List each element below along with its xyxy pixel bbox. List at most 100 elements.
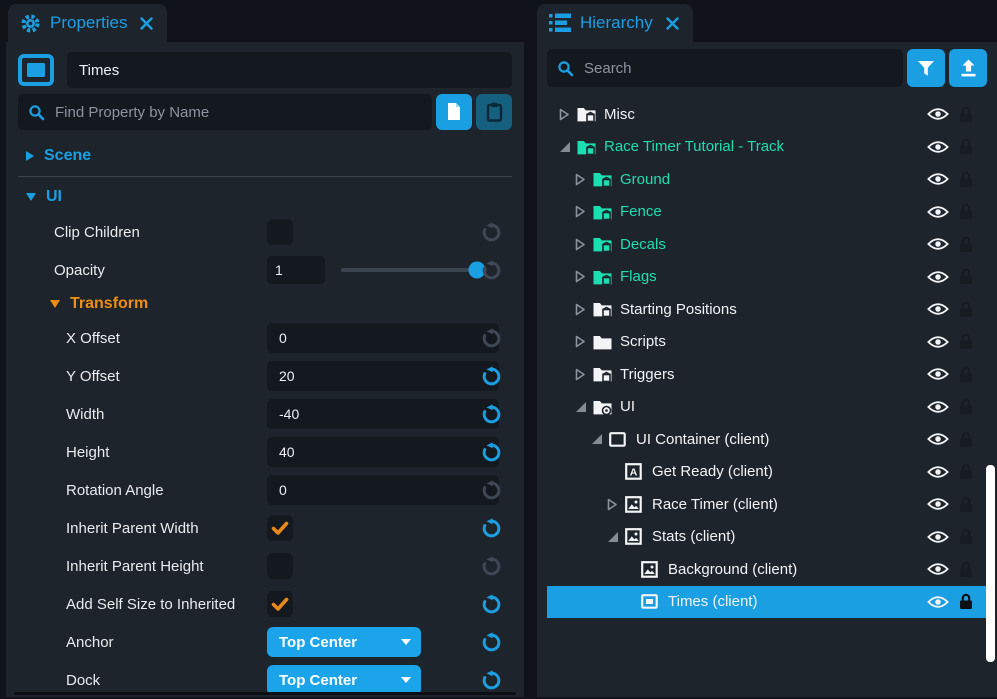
tree-item-background-client[interactable]: Background (client) — [547, 553, 987, 586]
lock-icon[interactable] — [959, 138, 973, 155]
inherit-parent-width-checkbox[interactable] — [267, 515, 293, 541]
lock-icon[interactable] — [959, 203, 973, 220]
lock-icon[interactable] — [959, 106, 973, 123]
visibility-eye-icon[interactable] — [927, 562, 949, 576]
reset-icon[interactable] — [481, 518, 502, 539]
reset-icon[interactable] — [481, 328, 502, 349]
reset-icon[interactable] — [481, 442, 502, 463]
reset-icon[interactable] — [481, 594, 502, 615]
visibility-eye-icon[interactable] — [927, 465, 949, 479]
tab-hierarchy[interactable]: Hierarchy — [537, 4, 693, 42]
collapse-arrow-icon[interactable] — [559, 141, 577, 153]
visibility-eye-icon[interactable] — [927, 335, 949, 349]
tree-item-triggers[interactable]: Triggers — [547, 358, 987, 391]
horizontal-scrollbar[interactable] — [14, 692, 516, 695]
visibility-eye-icon[interactable] — [927, 140, 949, 154]
visibility-eye-icon[interactable] — [927, 432, 949, 446]
tree-item-get-ready-client[interactable]: AGet Ready (client) — [547, 456, 987, 489]
lock-icon[interactable] — [959, 593, 973, 610]
lock-icon[interactable] — [959, 333, 973, 350]
section-scene[interactable]: Scene — [26, 146, 512, 166]
tree-item-starting-positions[interactable]: Starting Positions — [547, 293, 987, 326]
lock-icon[interactable] — [959, 268, 973, 285]
lock-icon[interactable] — [959, 236, 973, 253]
visibility-eye-icon[interactable] — [927, 400, 949, 414]
expand-arrow-icon[interactable] — [575, 238, 593, 251]
tree-item-race-timer-tutorial-track[interactable]: Race Timer Tutorial - Track — [547, 131, 987, 164]
expand-arrow-icon[interactable] — [575, 205, 593, 218]
tree-item-flags[interactable]: Flags — [547, 261, 987, 294]
tree-item-decals[interactable]: Decals — [547, 228, 987, 261]
expand-arrow-icon[interactable] — [607, 498, 625, 511]
visibility-eye-icon[interactable] — [927, 530, 949, 544]
expand-arrow-icon[interactable] — [575, 368, 593, 381]
visibility-eye-icon[interactable] — [927, 367, 949, 381]
reset-icon[interactable] — [481, 404, 502, 425]
tree-item-ground[interactable]: Ground — [547, 163, 987, 196]
tree-item-scripts[interactable]: Scripts — [547, 326, 987, 359]
expand-arrow-icon[interactable] — [575, 303, 593, 316]
export-button[interactable] — [949, 49, 987, 87]
tree-item-ui[interactable]: UI — [547, 391, 987, 424]
filter-button[interactable] — [907, 49, 945, 87]
visibility-eye-icon[interactable] — [927, 237, 949, 251]
lock-icon[interactable] — [959, 301, 973, 318]
section-transform[interactable]: Transform — [18, 289, 512, 319]
height-input[interactable]: 40 — [267, 437, 499, 467]
dock-dropdown[interactable]: Top Center — [267, 665, 421, 695]
opacity-slider[interactable] — [341, 268, 487, 272]
reset-icon[interactable] — [481, 670, 502, 691]
visibility-eye-icon[interactable] — [927, 172, 949, 186]
collapse-arrow-icon[interactable] — [591, 433, 609, 445]
visibility-eye-icon[interactable] — [927, 107, 949, 121]
tree-item-times-client[interactable]: Times (client) — [547, 586, 987, 619]
reset-icon[interactable] — [481, 222, 502, 243]
clip-children-checkbox[interactable] — [267, 219, 293, 245]
hierarchy-search-input[interactable] — [582, 59, 893, 78]
expand-arrow-icon[interactable] — [575, 335, 593, 348]
lock-icon[interactable] — [959, 171, 973, 188]
lock-icon[interactable] — [959, 398, 973, 415]
object-name-input[interactable] — [67, 52, 512, 88]
visibility-eye-icon[interactable] — [927, 302, 949, 316]
opacity-value[interactable]: 1 — [267, 256, 325, 284]
paste-properties-button[interactable] — [476, 94, 512, 130]
width-input[interactable]: -40 — [267, 399, 499, 429]
tree-item-ui-container-client[interactable]: UI Container (client) — [547, 423, 987, 456]
tab-properties[interactable]: Properties — [8, 4, 167, 42]
collapse-arrow-icon[interactable] — [607, 531, 625, 543]
lock-icon[interactable] — [959, 431, 973, 448]
visibility-eye-icon[interactable] — [927, 595, 949, 609]
lock-icon[interactable] — [959, 463, 973, 480]
reset-icon[interactable] — [481, 632, 502, 653]
expand-arrow-icon[interactable] — [575, 173, 593, 186]
copy-properties-button[interactable] — [436, 94, 472, 130]
lock-icon[interactable] — [959, 561, 973, 578]
rotation-angle-input[interactable]: 0 — [267, 475, 499, 505]
close-icon[interactable] — [666, 17, 679, 30]
vertical-scrollbar[interactable] — [986, 465, 995, 662]
visibility-eye-icon[interactable] — [927, 270, 949, 284]
reset-icon[interactable] — [481, 366, 502, 387]
collapse-arrow-icon[interactable] — [575, 401, 593, 413]
reset-icon[interactable] — [481, 556, 502, 577]
inherit-parent-height-checkbox[interactable] — [267, 553, 293, 579]
section-ui[interactable]: UI — [26, 187, 512, 207]
y-offset-input[interactable]: 20 — [267, 361, 499, 391]
reset-icon[interactable] — [481, 260, 502, 281]
property-search-input[interactable] — [53, 103, 422, 122]
tree-item-race-timer-client[interactable]: Race Timer (client) — [547, 488, 987, 521]
reset-icon[interactable] — [481, 480, 502, 501]
lock-icon[interactable] — [959, 528, 973, 545]
tree-item-stats-client[interactable]: Stats (client) — [547, 521, 987, 554]
tree-item-fence[interactable]: Fence — [547, 196, 987, 229]
expand-arrow-icon[interactable] — [559, 108, 577, 121]
expand-arrow-icon[interactable] — [575, 270, 593, 283]
visibility-eye-icon[interactable] — [927, 497, 949, 511]
lock-icon[interactable] — [959, 496, 973, 513]
tree-item-misc[interactable]: Misc — [547, 98, 987, 131]
x-offset-input[interactable]: 0 — [267, 323, 499, 353]
close-icon[interactable] — [140, 17, 153, 30]
add-self-size-to-inherited-checkbox[interactable] — [267, 591, 293, 617]
visibility-eye-icon[interactable] — [927, 205, 949, 219]
